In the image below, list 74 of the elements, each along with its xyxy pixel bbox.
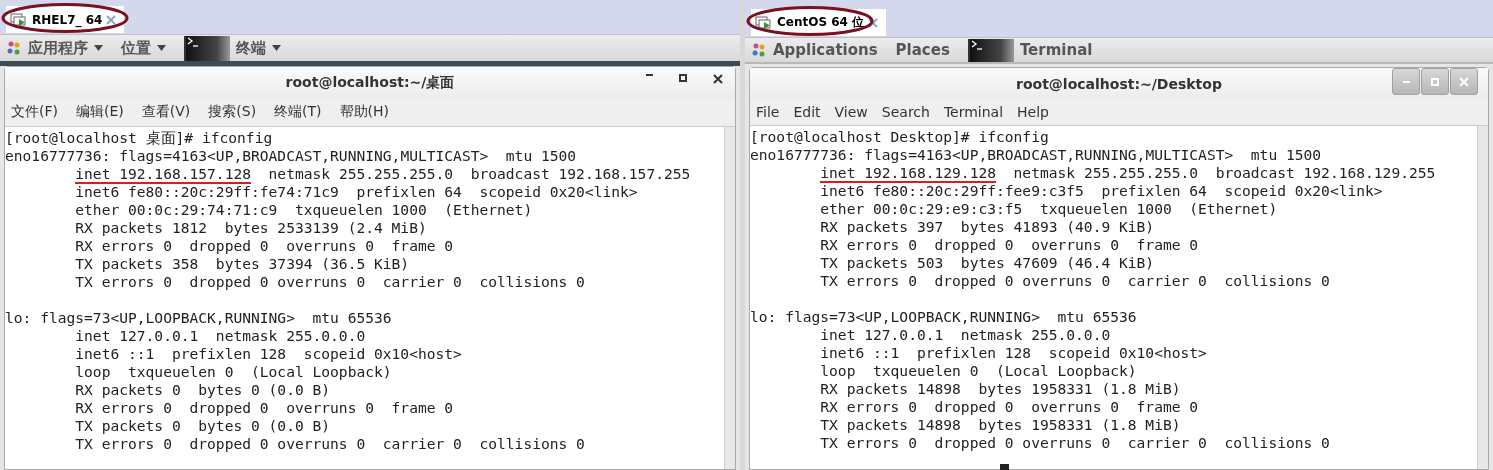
terminal-line: RX errors 0 dropped 0 overruns 0 frame 0	[74, 237, 455, 255]
window-title: root@localhost:~/桌面	[285, 73, 455, 92]
applications-menu[interactable]: Applications	[751, 41, 878, 59]
close-icon[interactable]	[868, 17, 879, 28]
terminal-line: [root@localhost Desktop]# ifconfig	[750, 128, 1050, 146]
menu-item[interactable]: File	[756, 104, 780, 120]
terminal-line: ether 00:0c:29:74:71:c9 txqueuelen 1000 (Ethernet)	[74, 201, 534, 219]
menu-item[interactable]: 文件(F)	[11, 103, 58, 121]
terminal-line: TX errors 0 dropped 0 overruns 0 carrier 0 collisions 0	[74, 273, 586, 291]
minimize-button[interactable]	[1392, 68, 1420, 95]
terminal-line: inet6 ::1 prefixlen 128 scopeid 0x10<host>	[819, 344, 1208, 362]
terminal-line: inet6 fe80::20c:29ff:fee9:c3f5 prefixlen 64 scopeid 0x20<link>	[819, 182, 1384, 200]
terminal-line: RX packets 0 bytes 0 (0.0 B)	[74, 381, 332, 399]
menu-item[interactable]: 终端(T)	[274, 103, 322, 121]
terminal-line: eno16777736: flags=4163<UP,BROADCAST,RUNNING,MULTICAST> mtu 1500	[750, 146, 1323, 164]
terminal-line: TX packets 503 bytes 47609 (46.4 KiB)	[819, 254, 1156, 272]
terminal-line: TX packets 0 bytes 0 (0.0 B)	[74, 417, 332, 435]
terminal-line: eno16777736: flags=4163<UP,BROADCAST,RUNNING,MULTICAST> mtu 1500	[5, 147, 578, 165]
places-menu[interactable]: Places	[895, 41, 950, 59]
minimize-icon	[1402, 80, 1410, 83]
close-icon[interactable]	[713, 74, 723, 84]
menu-item[interactable]: Search	[881, 104, 930, 120]
terminal-line: inet6 fe80::20c:29ff:fe74:71c9 prefixlen 64 scopeid 0x20<link>	[74, 183, 639, 201]
applications-menu[interactable]: 应用程序	[6, 38, 103, 58]
terminal-menu[interactable]: 终端	[184, 35, 281, 61]
close-icon	[1459, 76, 1469, 87]
menu-item[interactable]: Terminal	[943, 104, 1004, 120]
terminal-line: RX packets 14898 bytes 1958331 (1.8 MiB)	[819, 380, 1182, 398]
terminal-line: TX errors 0 dropped 0 overruns 0 carrier 0 collisions 0	[819, 272, 1331, 290]
scrollbar[interactable]	[724, 127, 735, 469]
places-menu[interactable]: 位置	[121, 38, 166, 58]
terminal-line: TX errors 0 dropped 0 overruns 0 carrier 0 collisions 0	[74, 435, 586, 453]
terminal-line: loop txqueuelen 0 (Local Loopback)	[819, 362, 1138, 380]
menu-item[interactable]: 帮助(H)	[339, 103, 390, 121]
scrollbar[interactable]	[1477, 126, 1488, 469]
terminal-line: RX errors 0 dropped 0 overruns 0 frame 0	[819, 398, 1200, 416]
menu-item[interactable]: Help	[1017, 104, 1049, 120]
maximize-icon	[1431, 77, 1439, 86]
vm-icon	[755, 14, 773, 31]
prompt-icon	[969, 38, 984, 51]
terminal-line: inet 192.168.129.128 netmask 255.255.255.0 broadcast 192.168.129.255	[819, 164, 1437, 182]
apps-icon	[751, 42, 767, 58]
maximize-icon[interactable]	[679, 74, 687, 82]
terminal-menu[interactable]: Terminal	[967, 38, 1093, 62]
window-title: root@localhost:~/Desktop	[1016, 75, 1222, 92]
terminal-line: TX packets 358 bytes 37394 (36.5 KiB)	[74, 255, 411, 273]
terminal-line: inet 127.0.0.1 netmask 255.0.0.0	[819, 326, 1112, 344]
terminal-line: RX errors 0 dropped 0 overruns 0 frame 0	[74, 399, 455, 417]
terminal-line: RX packets 1812 bytes 2533139 (2.4 MiB)	[74, 219, 428, 237]
terminal-line: RX packets 397 bytes 41893 (40.9 KiB)	[819, 218, 1156, 236]
terminal-line: loop txqueuelen 0 (Local Loopback)	[74, 363, 393, 381]
terminal-line: RX errors 0 dropped 0 overruns 0 frame 0	[819, 236, 1200, 254]
terminal-line: inet6 ::1 prefixlen 128 scopeid 0x10<host>	[74, 345, 463, 363]
terminal-line: TX packets 14898 bytes 1958331 (1.8 MiB)	[819, 416, 1182, 434]
menu-item[interactable]: View	[834, 104, 868, 120]
caret-icon	[94, 45, 103, 51]
maximize-button[interactable]	[1421, 68, 1449, 95]
apps-icon	[6, 40, 22, 56]
terminal-line: [root@localhost 桌面]# ifconfig	[5, 129, 274, 147]
caret-icon	[157, 45, 166, 51]
terminal-line: lo: flags=73<UP,LOOPBACK,RUNNING> mtu 65536	[5, 309, 393, 327]
terminal-line: TX errors 0 dropped 0 overruns 0 carrier 0 collisions 0	[819, 434, 1331, 452]
terminal-line: ether 00:0c:29:e9:c3:f5 txqueuelen 1000 (Ethernet)	[819, 200, 1279, 218]
menu-item[interactable]: 查看(V)	[141, 103, 191, 121]
vm-icon	[10, 11, 28, 28]
terminal-line: inet 127.0.0.1 netmask 255.0.0.0	[74, 327, 367, 345]
terminal-line: lo: flags=73<UP,LOOPBACK,RUNNING> mtu 65536	[750, 308, 1138, 326]
menu-item[interactable]: 搜索(S)	[208, 103, 257, 121]
prompt-icon	[186, 35, 200, 48]
terminal-line: inet 192.168.157.128 netmask 255.255.255.0 broadcast 192.168.157.255	[74, 165, 692, 183]
menu-item[interactable]: 编辑(E)	[76, 103, 124, 121]
menu-item[interactable]: Edit	[793, 104, 821, 120]
caret-icon	[272, 45, 281, 51]
close-button[interactable]	[1450, 68, 1478, 95]
